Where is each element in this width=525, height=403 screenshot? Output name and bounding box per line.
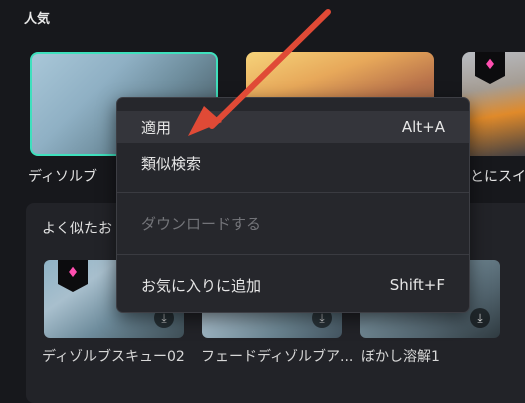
section-title-popular: 人気 xyxy=(24,12,51,27)
menu-item-download: ダウンロードする xyxy=(117,207,469,239)
download-icon[interactable]: ⤓ xyxy=(470,308,490,328)
menu-divider xyxy=(117,192,469,193)
similar-panel-title: よく似たお xyxy=(42,221,112,237)
menu-item-label: 類似検索 xyxy=(141,154,202,173)
similar-label: ディゾルブスキュー02 xyxy=(42,349,185,365)
similar-label: ぼかし溶解1 xyxy=(361,349,440,365)
effect-label: ディソルブ xyxy=(28,169,98,185)
menu-item-label: 適用 xyxy=(141,118,172,137)
menu-item-apply[interactable]: 適用 Alt+A xyxy=(117,111,469,143)
menu-item-similar-search[interactable]: 類似検索 xyxy=(117,147,469,179)
menu-item-add-favorite[interactable]: お気に入りに追加 Shift+F xyxy=(117,269,469,301)
similar-label: フェードディゾルブア... xyxy=(201,349,354,365)
menu-divider xyxy=(117,254,469,255)
effect-label: とにスイン xyxy=(470,169,525,185)
context-menu: 適用 Alt+A 類似検索 ダウンロードする お気に入りに追加 Shift+F xyxy=(116,97,470,313)
menu-item-shortcut: Shift+F xyxy=(389,276,445,294)
menu-item-shortcut: Alt+A xyxy=(401,118,445,136)
menu-item-label: お気に入りに追加 xyxy=(141,276,262,295)
menu-item-label: ダウンロードする xyxy=(141,214,262,233)
